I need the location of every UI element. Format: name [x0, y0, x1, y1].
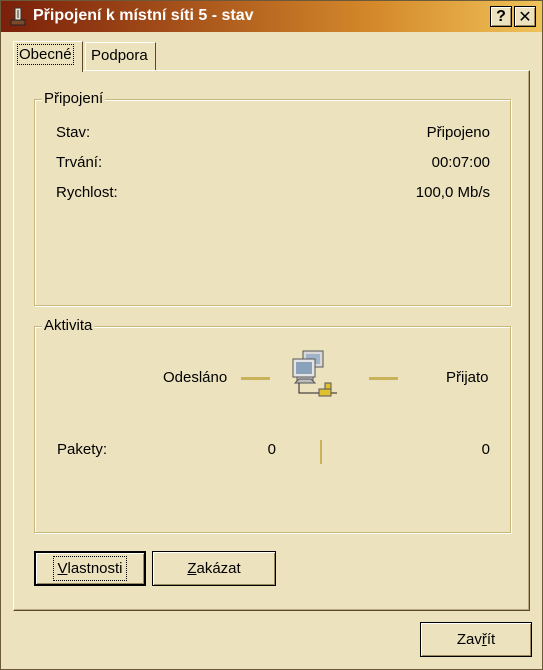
packets-divider: [320, 440, 322, 464]
speed-value: 100,0 Mb/s: [415, 184, 490, 201]
tab-support-label: Podpora: [91, 47, 148, 64]
status-dialog-window: Připojení k místní síti 5 - stav ? ✕ Obe…: [0, 0, 543, 670]
disable-button[interactable]: Zakázat: [152, 551, 276, 586]
status-value: Připojeno: [426, 124, 490, 141]
disable-access-key: Z: [187, 560, 197, 577]
connection-group: Připojení Stav: Připojeno Trvání: 00:07:…: [34, 90, 511, 306]
tab-panel-general: Připojení Stav: Připojeno Trvání: 00:07:…: [13, 70, 530, 611]
network-connection-icon: [10, 7, 26, 26]
sent-label: Odesláno: [163, 369, 228, 386]
received-label: Přijato: [446, 369, 489, 386]
activity-legend: Aktivita: [42, 317, 95, 334]
properties-button[interactable]: Vlastnosti: [34, 551, 146, 586]
speed-label: Rychlost:: [56, 184, 118, 201]
properties-button-label: Vlastnosti: [53, 556, 127, 581]
packets-received-value: 0: [481, 441, 490, 458]
tab-support[interactable]: Podpora: [85, 42, 156, 70]
sent-activity-line: [241, 377, 270, 380]
close-label-pre: Zav: [456, 631, 482, 648]
duration-value: 00:07:00: [431, 154, 490, 171]
duration-label: Trvání:: [56, 154, 103, 171]
disable-label-rest: akázat: [196, 560, 241, 577]
title-bar[interactable]: Připojení k místní síti 5 - stav ? ✕: [1, 1, 542, 32]
packets-sent-value: 0: [267, 441, 276, 458]
received-activity-line: [369, 377, 398, 380]
packets-label: Pakety:: [57, 441, 108, 458]
close-button[interactable]: Zav ř ít: [420, 622, 532, 657]
activity-group: Aktivita Odesláno Přijato Pakety: 0 0: [34, 317, 511, 533]
close-window-button[interactable]: ✕: [514, 6, 536, 27]
help-button[interactable]: ?: [490, 6, 512, 27]
properties-label-rest: lastnosti: [67, 560, 123, 577]
status-label: Stav:: [56, 124, 91, 141]
tab-general-label: Obecné: [17, 44, 74, 65]
window-title: Připojení k místní síti 5 - stav: [33, 7, 254, 24]
properties-access-key: V: [57, 560, 68, 577]
close-label-post: ít: [486, 631, 496, 648]
network-computers-icon: [292, 350, 337, 397]
connection-legend: Připojení: [42, 90, 106, 107]
tab-general[interactable]: Obecné: [13, 41, 83, 72]
